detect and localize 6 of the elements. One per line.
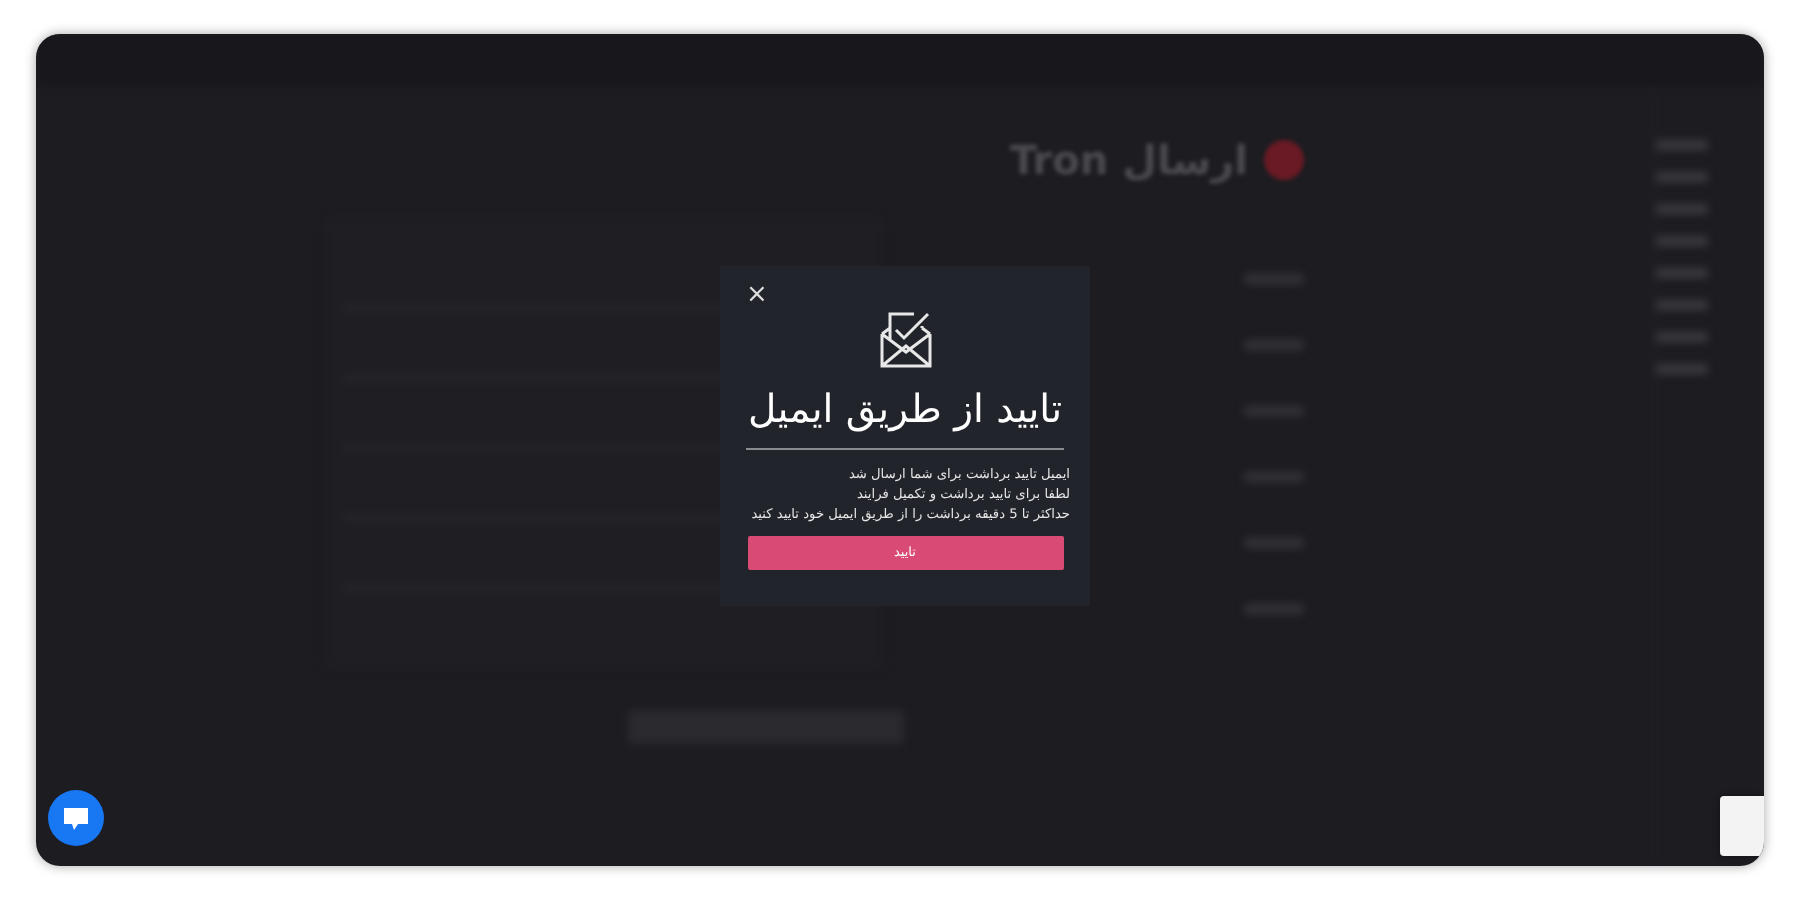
envelope-check-icon: [877, 310, 933, 370]
coin-icon: [1264, 140, 1304, 180]
close-button[interactable]: ×: [740, 282, 774, 308]
chat-button[interactable]: [48, 790, 104, 846]
chat-icon: [62, 805, 90, 831]
modal-title: تایید از طریق ایمیل: [745, 386, 1065, 433]
